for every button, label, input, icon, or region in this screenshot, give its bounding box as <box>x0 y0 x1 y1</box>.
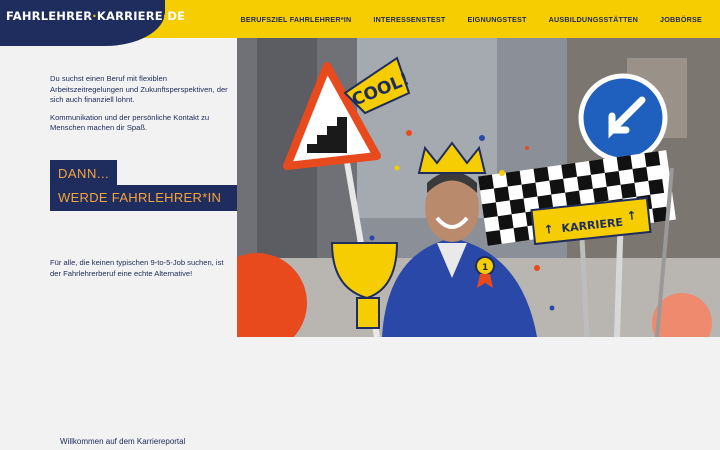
nav-item-ausbildungsstaetten[interactable]: AUSBILDUNGSSTÄTTEN <box>549 15 638 24</box>
nav-item-interessenstest[interactable]: INTERESSENSTEST <box>373 15 445 24</box>
intro-paragraph-2: Kommunikation und der persönliche Kontak… <box>50 112 210 133</box>
hero-illustration: COOL! ↑ KARRIERE ↑ 1 <box>237 38 720 337</box>
nav-item-berufsziel[interactable]: BERUFSZIEL FAHRLEHRER*IN <box>241 15 352 24</box>
logo-text-2: KARRIERE <box>96 9 163 23</box>
logo-text-3: DE <box>167 9 186 23</box>
intro-text: Du suchst einen Beruf mit flexiblen Arbe… <box>50 74 230 141</box>
alternative-text: Für alle, die keinen typischen 9-to-5-Jo… <box>50 258 224 278</box>
welcome-text: Willkommen auf dem Karriereportal <box>60 437 186 446</box>
main-nav: BERUFSZIEL FAHRLEHRER*IN INTERESSENSTEST… <box>219 15 703 24</box>
nav-item-jobboerse[interactable]: JOBBÖRSE <box>660 15 702 24</box>
logo-background <box>0 0 165 46</box>
site-logo[interactable]: FAHRLEHRER·KARRIERE·DE <box>6 9 185 23</box>
headline-line-1: DANN... <box>50 160 118 185</box>
nav-item-eignungstest[interactable]: EIGNUNGSTEST <box>467 15 526 24</box>
svg-text:↑: ↑ <box>543 222 554 237</box>
svg-text:↑: ↑ <box>626 208 637 223</box>
logo-text-1: FAHRLEHRER <box>6 9 93 23</box>
intro-paragraph-1: Du suchst einen Beruf mit flexiblen Arbe… <box>50 74 228 105</box>
badge-number: 1 <box>482 263 488 273</box>
